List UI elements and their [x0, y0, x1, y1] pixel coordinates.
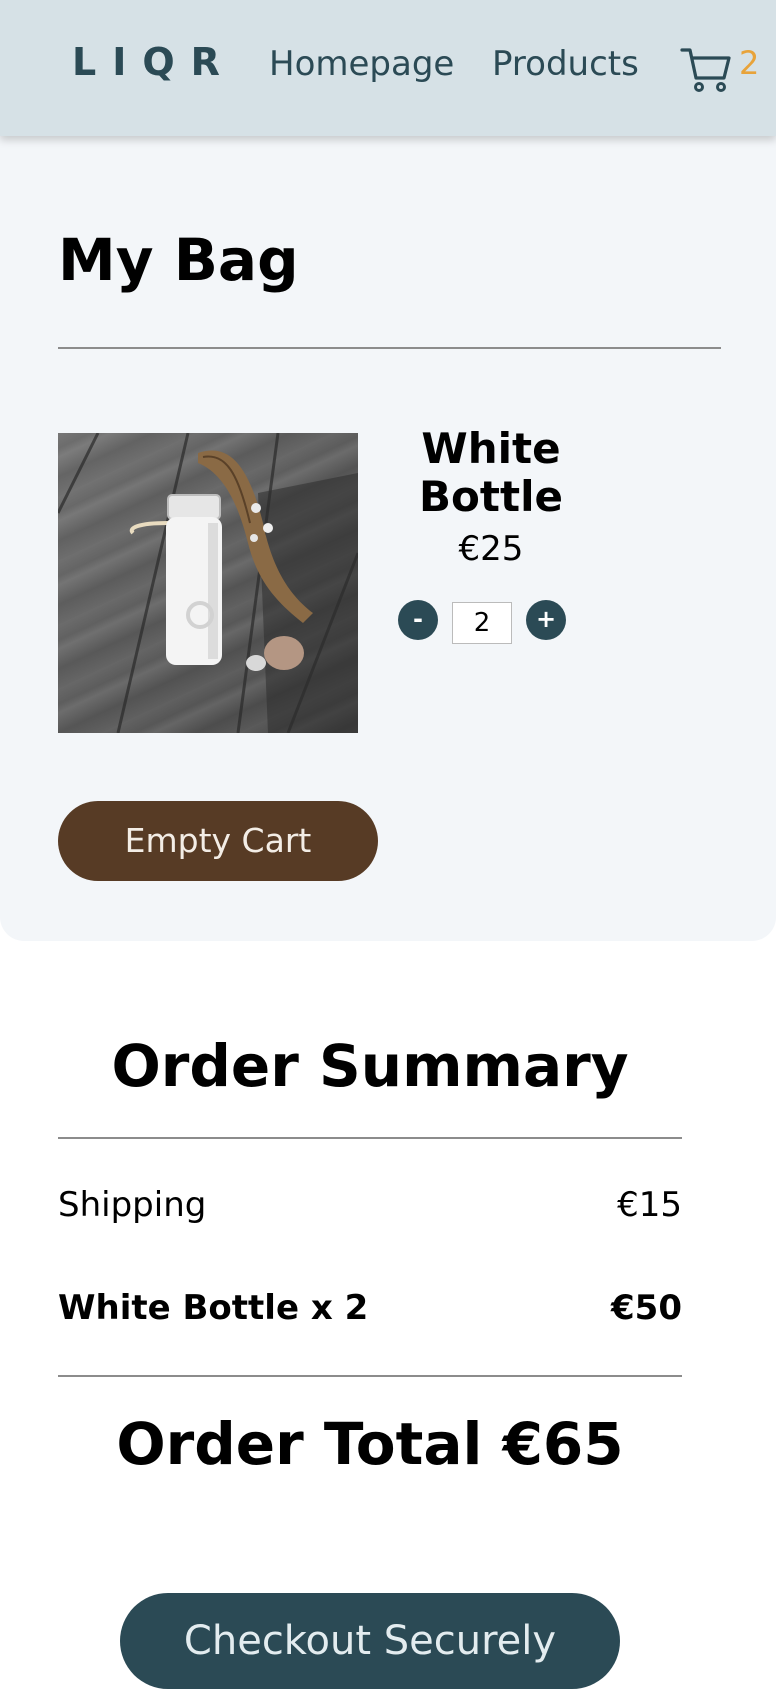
- shopping-cart-icon[interactable]: [680, 44, 732, 94]
- order-summary-title: Order Summary: [111, 1032, 629, 1100]
- summary-divider-top: [58, 1137, 682, 1139]
- bag-divider: [58, 347, 721, 349]
- shipping-value: €15: [617, 1185, 682, 1225]
- increase-quantity-button[interactable]: +: [526, 600, 566, 640]
- cart-count-badge: 2: [739, 44, 760, 82]
- product-price: €25: [458, 529, 524, 569]
- product-name: White Bottle: [419, 424, 563, 521]
- white-bottle-photo: [58, 433, 358, 733]
- empty-cart-button[interactable]: Empty Cart: [58, 801, 378, 881]
- site-header: LIQR Homepage Products 2: [0, 0, 776, 136]
- nav-products-link[interactable]: Products: [492, 44, 639, 84]
- product-image: [58, 433, 358, 733]
- line-item-label: White Bottle x 2: [58, 1288, 369, 1328]
- bag-section: My Bag White Bottle €25 - 2 + Empty Cart: [0, 136, 776, 941]
- quantity-input[interactable]: [452, 602, 512, 644]
- site-logo[interactable]: LIQR: [72, 40, 236, 84]
- bag-title: My Bag: [58, 226, 299, 294]
- shipping-label: Shipping: [58, 1185, 207, 1225]
- nav-homepage-link[interactable]: Homepage: [269, 44, 454, 84]
- decrease-quantity-button[interactable]: -: [398, 600, 438, 640]
- checkout-securely-button[interactable]: Checkout Securely: [120, 1593, 620, 1689]
- line-item-value: €50: [611, 1288, 682, 1328]
- order-total: Order Total €65: [116, 1410, 624, 1478]
- summary-divider-bottom: [58, 1375, 682, 1377]
